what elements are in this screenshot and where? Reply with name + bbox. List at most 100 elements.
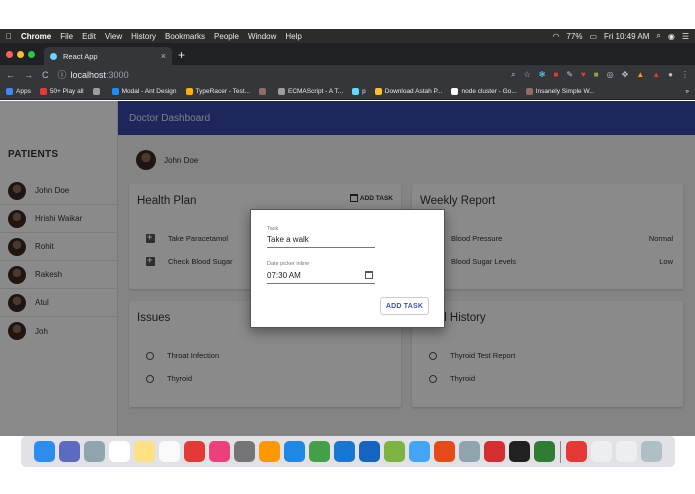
- browser-tab-strip: React App × +: [0, 43, 695, 65]
- bookmark-typeracer[interactable]: TypeRacer - Test...: [185, 88, 250, 95]
- bookmark-label: TypeRacer - Test...: [195, 88, 250, 95]
- bookmark-p[interactable]: p: [352, 88, 366, 95]
- menu-file[interactable]: File: [60, 32, 73, 41]
- bookmark-label: Download Astah P...: [384, 88, 443, 95]
- extension-color-icon[interactable]: ■: [594, 70, 599, 79]
- bookmark-astah[interactable]: Download Astah P...: [374, 88, 443, 95]
- date-picker-label: Date picker inline: [267, 261, 310, 267]
- dock-system-prefs-icon[interactable]: [234, 441, 255, 462]
- star-icon[interactable]: ☆: [524, 70, 531, 79]
- dock-powerpoint-icon[interactable]: [434, 441, 455, 462]
- bookmark-node-cluster[interactable]: node cluster - Go...: [451, 88, 517, 95]
- react-devtools-icon[interactable]: ✻: [539, 70, 546, 79]
- dock-calendar-icon[interactable]: [109, 441, 130, 462]
- bookmark-globe[interactable]: [92, 88, 103, 95]
- dock-acrobat-icon[interactable]: [484, 441, 505, 462]
- forward-icon[interactable]: →: [24, 70, 33, 80]
- bookmark-play-all[interactable]: 50+ Play all: [39, 88, 84, 95]
- extension-fox-icon[interactable]: ▲: [636, 70, 644, 79]
- bookmarks-overflow-icon[interactable]: »: [685, 88, 689, 95]
- menu-help[interactable]: Help: [285, 32, 301, 41]
- new-tab-button[interactable]: +: [178, 48, 185, 62]
- dock-reminders-icon[interactable]: [159, 441, 180, 462]
- siri-icon[interactable]: ◉: [668, 32, 675, 41]
- app-viewport: PATIENTS John Doe Hrishi Waikar Rohit Ra…: [0, 101, 695, 436]
- bookmark-label: ECMAScript - A T...: [287, 88, 344, 95]
- bookmarks-bar: Apps 50+ Play all Modal - Ant Design Typ…: [0, 84, 695, 100]
- dock-notes-icon[interactable]: [134, 441, 155, 462]
- reload-icon[interactable]: C: [42, 70, 49, 80]
- screen:  Chrome File Edit View History Bookmark…: [0, 0, 695, 494]
- dock-vscode-icon[interactable]: [334, 441, 355, 462]
- search-icon[interactable]: ⌕: [511, 70, 515, 80]
- wifi-icon[interactable]: ◠: [552, 32, 559, 41]
- dock-window-1-icon[interactable]: [591, 441, 612, 462]
- dock-xcode-tools-icon[interactable]: [409, 441, 430, 462]
- dock-window-2-icon[interactable]: [616, 441, 637, 462]
- dock-books-icon[interactable]: [259, 441, 280, 462]
- site-info-icon[interactable]: ⓘ: [58, 68, 67, 81]
- bookmark-insanely-simple[interactable]: Insanely Simple W...: [525, 88, 595, 95]
- bookmark-label: Modal - Ant Design: [121, 88, 177, 95]
- extension-red-icon[interactable]: ■: [553, 70, 558, 79]
- task-field-label: Task: [267, 226, 279, 232]
- menu-app-chrome[interactable]: Chrome: [21, 32, 51, 41]
- extension-heart-icon[interactable]: ♥: [581, 70, 586, 79]
- bookmark-ant-design[interactable]: Modal - Ant Design: [111, 88, 177, 95]
- typeracer-icon: [185, 88, 193, 95]
- dock-cleaner-icon[interactable]: [459, 441, 480, 462]
- window-controls: [6, 51, 39, 58]
- address-bar[interactable]: localhost:3000: [71, 70, 129, 80]
- browser-tab-react-app[interactable]: React App ×: [44, 47, 172, 65]
- time-value: 07:30 AM: [267, 271, 301, 280]
- dock-excel-icon[interactable]: [534, 441, 555, 462]
- back-icon[interactable]: ←: [6, 70, 15, 80]
- bookmark-label: 50+ Play all: [49, 88, 84, 95]
- menu-edit[interactable]: Edit: [82, 32, 96, 41]
- image-icon: [258, 88, 266, 95]
- dock-trash-icon[interactable]: [641, 441, 662, 462]
- menu-history[interactable]: History: [131, 32, 156, 41]
- mac-dock: [21, 436, 675, 467]
- dialog-add-task-button[interactable]: ADD TASK: [380, 297, 429, 315]
- menu-clock[interactable]: Fri 10:49 AM: [604, 32, 649, 41]
- spotlight-icon[interactable]: ⌕: [656, 31, 660, 41]
- minimize-window-button[interactable]: [17, 51, 24, 58]
- bookmark-ecmascript[interactable]: ECMAScript - A T...: [277, 88, 344, 95]
- dock-no-entry-icon[interactable]: [184, 441, 205, 462]
- dock-music-icon[interactable]: [209, 441, 230, 462]
- ant-design-icon: [111, 88, 119, 95]
- menu-people[interactable]: People: [214, 32, 239, 41]
- menu-view[interactable]: View: [105, 32, 122, 41]
- dock-preview-icon[interactable]: [84, 441, 105, 462]
- chrome-menu-icon[interactable]: ⋮: [681, 70, 689, 79]
- bookmark-apps[interactable]: Apps: [6, 88, 31, 95]
- profile-avatar-icon[interactable]: ●: [668, 70, 673, 79]
- apple-menu-icon[interactable]: : [6, 32, 12, 41]
- dock-terminal-icon[interactable]: [509, 441, 530, 462]
- battery-percent: 77%: [566, 31, 583, 41]
- bookmark-image[interactable]: [258, 88, 269, 95]
- dock-photo-booth-icon[interactable]: [566, 441, 587, 462]
- calendar-picker-icon[interactable]: [365, 271, 373, 279]
- dock-launchpad-icon[interactable]: [59, 441, 80, 462]
- close-window-button[interactable]: [6, 51, 13, 58]
- task-input[interactable]: Take a walk: [267, 235, 375, 248]
- extension-acrobat-icon[interactable]: ▲: [652, 70, 660, 79]
- youtube-icon: [39, 88, 47, 95]
- notification-center-icon[interactable]: ☰: [682, 32, 689, 41]
- extension-move-icon[interactable]: ✥: [622, 70, 629, 79]
- time-picker-input[interactable]: 07:30 AM: [267, 271, 375, 284]
- dock-word-icon[interactable]: [359, 441, 380, 462]
- tab-close-icon[interactable]: ×: [161, 51, 166, 61]
- extension-circle-icon[interactable]: ◎: [607, 70, 614, 79]
- zoom-window-button[interactable]: [28, 51, 35, 58]
- battery-icon[interactable]: ▭: [589, 32, 597, 41]
- dock-chrome-icon[interactable]: [309, 441, 330, 462]
- dock-finder-icon[interactable]: [34, 441, 55, 462]
- menu-bookmarks[interactable]: Bookmarks: [165, 32, 205, 41]
- extension-pen-icon[interactable]: ✎: [566, 70, 573, 79]
- dock-utorrent-icon[interactable]: [384, 441, 405, 462]
- menu-window[interactable]: Window: [248, 32, 276, 41]
- dock-app-store-icon[interactable]: [284, 441, 305, 462]
